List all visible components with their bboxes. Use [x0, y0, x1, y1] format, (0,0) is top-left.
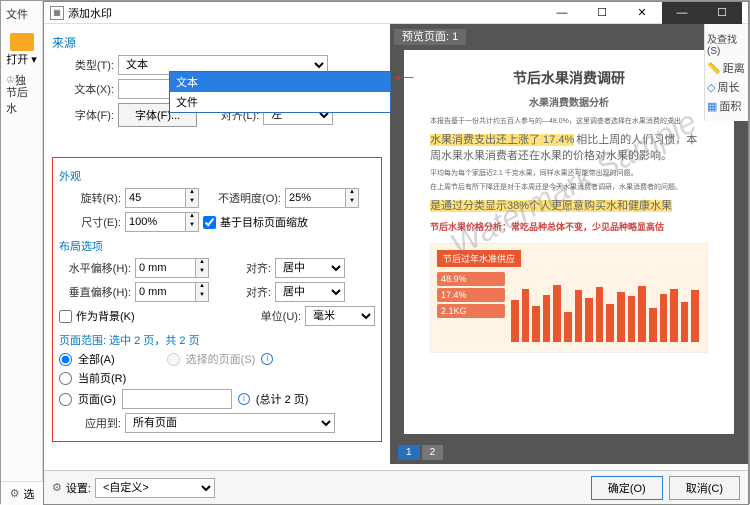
opacity-spinner[interactable]: ▲▼	[285, 188, 359, 208]
open-button[interactable]: 打开 ▾	[3, 31, 40, 69]
dropdown-opt-file[interactable]: 文件	[170, 92, 390, 112]
toolbar-item-2[interactable]: 节后水	[3, 91, 40, 109]
folder-icon	[10, 33, 34, 51]
layout-title: 布局选项	[59, 238, 375, 254]
radio-selected-label: 选择的页面(S)	[186, 351, 256, 367]
ruler-icon: 📏	[707, 62, 721, 75]
parent-max[interactable]: ☐	[702, 2, 742, 24]
chart-stats: 48.9% 17.4% 2.1KG	[437, 270, 505, 320]
area-item[interactable]: ▦面积	[707, 98, 746, 114]
window-title: 添加水印	[68, 5, 112, 21]
text-label: 文本(X):	[52, 81, 114, 97]
radio-selected	[167, 353, 180, 366]
scale-checkbox[interactable]: 基于目标页面缩放	[203, 214, 308, 230]
info-icon-2[interactable]: i	[238, 393, 250, 405]
unit-label: 单位(U):	[243, 308, 301, 324]
pages-input[interactable]	[122, 389, 232, 409]
doc-highlight: 是通过分类显示38%个人更愿意购买水和健康水果	[430, 200, 672, 212]
minimize-button[interactable]: —	[542, 2, 582, 24]
parent-window-controls: — ☐	[662, 2, 742, 24]
halign-label: 对齐:	[213, 260, 271, 276]
applyto-label: 应用到:	[59, 415, 121, 431]
doc-para: 平均每为每个家庭近2.1 千克水果，同样水果还可能带出现的问题。	[430, 169, 708, 180]
area-icon: ▦	[707, 100, 717, 113]
size-spinner[interactable]: ▲▼	[125, 212, 199, 232]
settings-select[interactable]: <自定义>	[95, 478, 215, 498]
doc-para: 在上周节后有所下降还是对于本周还是今天水果消费者调研，水果消费者的问题。	[430, 183, 708, 194]
settings-pane: 来源 类型(T): 文本 文本(X): 字体(F): 字体(F)... 对齐(L…	[44, 24, 390, 464]
select-button[interactable]: ⚙选	[1, 481, 43, 505]
parent-min[interactable]: —	[662, 2, 702, 24]
gear-icon: ⚙	[52, 481, 62, 494]
titlebar: ▦ 添加水印 — ☐ ✕ — ☐	[44, 2, 748, 24]
background-checkbox[interactable]: 作为背景(K)	[59, 308, 135, 324]
opacity-label: 不透明度(O):	[203, 190, 281, 206]
chart-subtitle: 节后过年水准供应	[437, 250, 521, 267]
gear-icon: ⚙	[10, 487, 20, 500]
page-tab-2[interactable]: 2	[422, 445, 444, 460]
ok-button[interactable]: 确定(O)	[591, 476, 663, 500]
voffset-spinner[interactable]: ▲▼	[135, 282, 209, 302]
hoffset-label: 水平偏移(H):	[59, 260, 131, 276]
radio-all[interactable]	[59, 353, 72, 366]
app-icon: ▦	[50, 6, 64, 20]
doc-subtitle: 水果消费数据分析	[430, 94, 708, 109]
radio-current[interactable]	[59, 372, 72, 385]
cancel-button[interactable]: 取消(C)	[669, 476, 740, 500]
voffset-label: 垂直偏移(H):	[59, 284, 131, 300]
doc-para: 本报告基于一份共计约五百人参与的—48.0%，这里调查者选择在水果消费的支出	[430, 117, 708, 128]
page-tabs[interactable]: 1 2	[398, 445, 443, 460]
chart-bars	[511, 266, 699, 342]
chart-heading: 节后水果价格分析：常吃品种总体不变，少见品种略显高估	[430, 220, 708, 233]
chart: 节后过年水准供应 48.9% 17.4% 2.1KG	[430, 243, 708, 353]
type-dropdown-list[interactable]: 文本 文件	[169, 71, 390, 113]
find-item[interactable]: 及查找(S)	[707, 31, 746, 57]
annotation-arrow: ←	[388, 64, 420, 87]
appearance-title: 外观	[59, 168, 375, 184]
radio-current-label: 当前页(R)	[78, 370, 126, 386]
dropdown-opt-text[interactable]: 文本	[170, 72, 390, 92]
unit-select[interactable]: 毫米	[305, 306, 375, 326]
document-preview: 节后水果消费调研 水果消费数据分析 本报告基于一份共计约五百人参与的—48.0%…	[404, 50, 734, 434]
watermark-dialog: ▦ 添加水印 — ☐ ✕ — ☐ 来源 类型(T): 文本 文本(X):	[43, 1, 749, 505]
preview-tab: 预览页面: 1	[394, 29, 466, 45]
applyto-select[interactable]: 所有页面	[125, 413, 335, 433]
type-label: 类型(T):	[52, 57, 114, 73]
valign-select[interactable]: 居中	[275, 282, 345, 302]
measure-panel: 及查找(S) 📏距离 ◇周长 ▦面积	[704, 24, 748, 121]
doc-highlight: 水果消费支出还上涨了 17.4%	[430, 134, 574, 146]
distance-item[interactable]: 📏距离	[707, 60, 746, 76]
info-icon[interactable]: i	[261, 353, 273, 365]
perimeter-item[interactable]: ◇周长	[707, 79, 746, 95]
app-left-toolbar: 文件 打开 ▾ ♔独 节后水 ⚙选	[1, 1, 43, 505]
radio-all-label: 全部(A)	[78, 351, 115, 367]
close-button[interactable]: ✕	[622, 2, 662, 24]
hoffset-spinner[interactable]: ▲▼	[135, 258, 209, 278]
source-section-title: 来源	[52, 34, 382, 51]
maximize-button[interactable]: ☐	[582, 2, 622, 24]
settings-label: 设置:	[66, 480, 91, 496]
pagerange-title: 页面范围: 选中 2 页，共 2 页	[59, 332, 375, 348]
radio-pages-label: 页面(G)	[78, 391, 116, 407]
halign-select[interactable]: 居中	[275, 258, 345, 278]
rotate-spinner[interactable]: ▲▼	[125, 188, 199, 208]
main-window: 文件 打开 ▾ ♔独 节后水 ⚙选 ▦ 添加水印 — ☐ ✕ — ☐ 来源	[0, 0, 750, 504]
highlighted-settings-box: 外观 旋转(R): ▲▼ 不透明度(O): ▲▼ 尺寸(E): ▲▼ 基于目标页…	[52, 157, 382, 442]
rotate-label: 旋转(R):	[59, 190, 121, 206]
preview-pane: 预览页面: 1 节后水果消费调研 水果消费数据分析 本报告基于一份共计约五百人参…	[390, 24, 748, 464]
page-tab-1[interactable]: 1	[398, 445, 420, 460]
size-label: 尺寸(E):	[59, 214, 121, 230]
perimeter-icon: ◇	[707, 81, 715, 94]
dialog-footer: ⚙ 设置: <自定义> 确定(O) 取消(C)	[44, 470, 748, 504]
file-menu[interactable]: 文件	[3, 5, 40, 23]
valign-label: 对齐:	[213, 284, 271, 300]
doc-title: 节后水果消费调研	[430, 68, 708, 88]
radio-pages[interactable]	[59, 393, 72, 406]
pages-total: (总计 2 页)	[256, 391, 309, 407]
open-label: 打开 ▾	[6, 51, 37, 67]
font-label: 字体(F):	[52, 107, 114, 123]
